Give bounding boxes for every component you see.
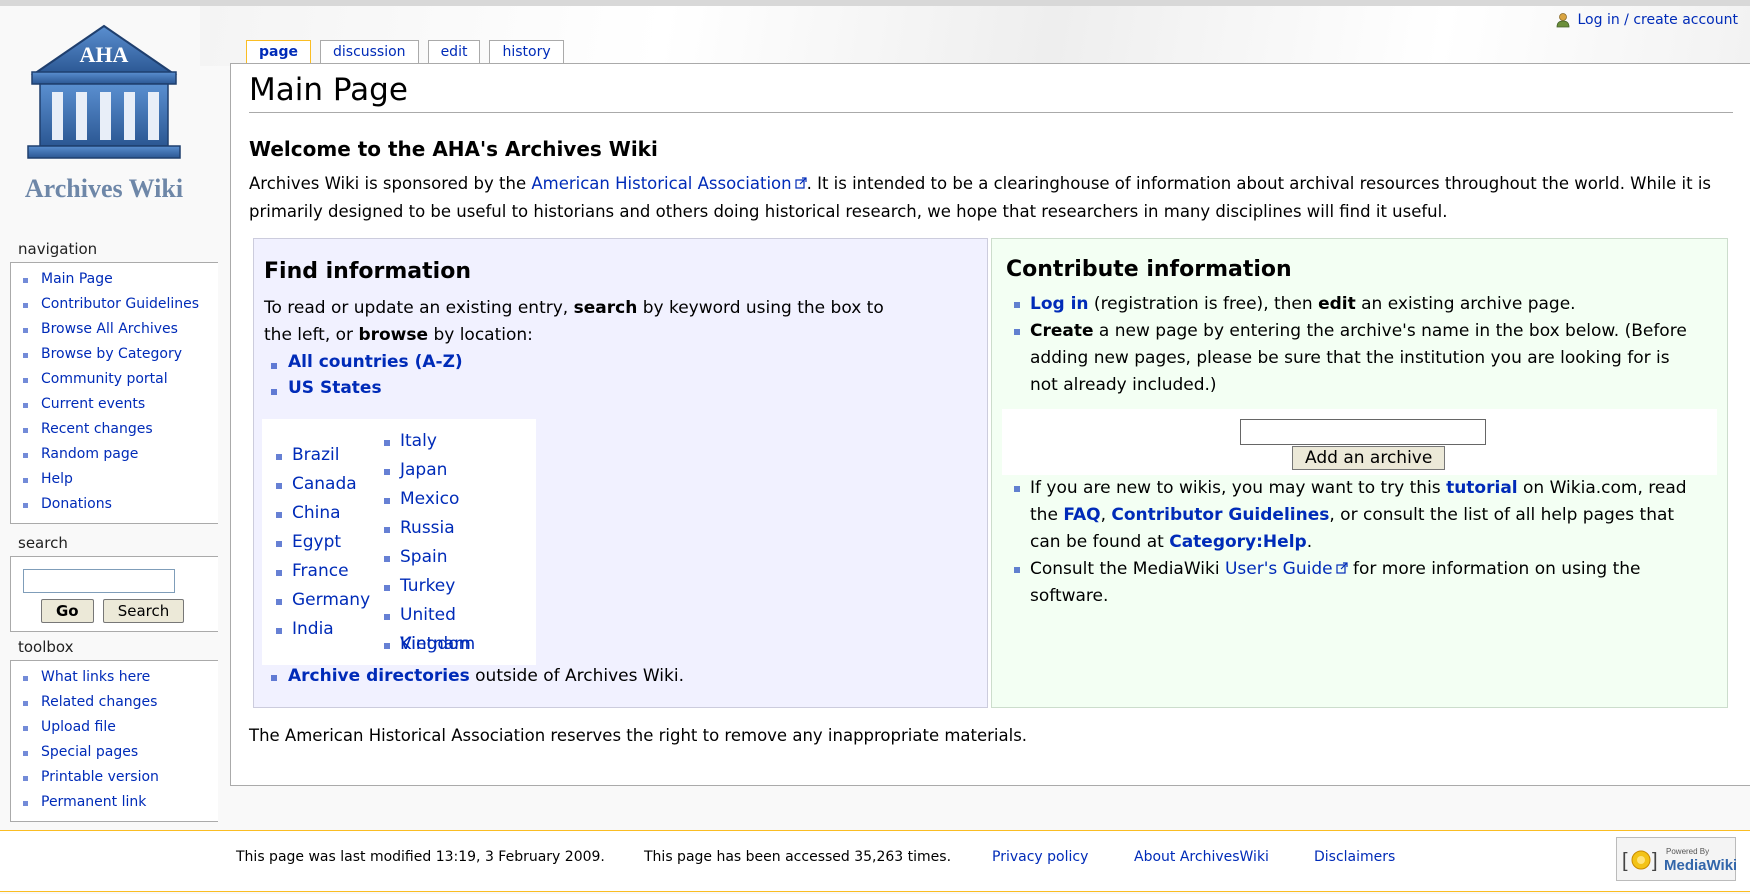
users-guide-link[interactable]: User's Guide <box>1225 559 1333 579</box>
all-countries-link[interactable]: All countries (A-Z) <box>288 352 463 372</box>
find-text: To read or update an existing entry, sea… <box>264 298 884 345</box>
disclaimers-link[interactable]: Disclaimers <box>1314 849 1395 865</box>
contribute-item-help: If you are new to wikis, you may want to… <box>1012 475 1702 556</box>
nav-help[interactable]: Help <box>21 467 212 492</box>
search-button[interactable]: Search <box>102 599 185 623</box>
nav-current-events[interactable]: Current events <box>21 392 212 417</box>
intro-paragraph: Archives Wiki is sponsored by the Americ… <box>249 174 1711 221</box>
country-italy[interactable]: Italy <box>384 427 536 456</box>
user-icon <box>1557 13 1570 28</box>
country-canada[interactable]: Canada <box>276 470 370 499</box>
search-input[interactable] <box>23 569 175 593</box>
logo-name: Archives Wiki <box>25 174 183 203</box>
tab-history[interactable]: history <box>489 40 564 64</box>
tool-related-changes[interactable]: Related changes <box>21 690 212 715</box>
country-china[interactable]: China <box>276 499 370 528</box>
external-link-icon <box>794 177 807 189</box>
contribute-item-guide: Consult the MediaWiki User's Guide for m… <box>1012 556 1702 610</box>
nav-contributor-guidelines[interactable]: Contributor Guidelines <box>21 292 212 317</box>
country-vietnam[interactable]: Vietnam <box>384 630 536 659</box>
category-help-link[interactable]: Category:Help <box>1169 532 1306 552</box>
contribute-item-login: Log in (registration is free), then edit… <box>1012 291 1702 318</box>
countries-col-1: Brazil Canada China Egypt France Germany… <box>276 441 370 644</box>
country-turkey[interactable]: Turkey <box>384 572 536 601</box>
tool-what-links-here[interactable]: What links here <box>21 665 212 690</box>
country-india[interactable]: India <box>276 615 370 644</box>
powered-by-mediawiki-badge[interactable]: [ ] Powered By MediaWiki <box>1616 837 1737 881</box>
powered-by-text: Powered By <box>1666 847 1709 856</box>
find-title: Find information <box>264 259 471 284</box>
svg-text:]: ] <box>1652 850 1658 872</box>
nav-browse-all-archives[interactable]: Browse All Archives <box>21 317 212 342</box>
tool-printable-version[interactable]: Printable version <box>21 765 212 790</box>
about-link[interactable]: About ArchivesWiki <box>1134 849 1269 865</box>
welcome-heading: Welcome to the AHA's Archives Wiki <box>249 137 658 161</box>
tool-permanent-link[interactable]: Permanent link <box>21 790 212 815</box>
us-states-link[interactable]: US States <box>288 378 382 398</box>
nav-random-page[interactable]: Random page <box>21 442 212 467</box>
country-russia[interactable]: Russia <box>384 514 536 543</box>
contribute-item-create: Create a new page by entering the archiv… <box>1012 318 1702 399</box>
country-germany[interactable]: Germany <box>276 586 370 615</box>
create-archive-form: Add an archive <box>1002 409 1717 475</box>
last-modified: This page was last modified 13:19, 3 Feb… <box>236 849 605 865</box>
archive-name-input[interactable] <box>1240 419 1486 445</box>
faq-link[interactable]: FAQ <box>1063 505 1100 525</box>
nav-browse-by-category[interactable]: Browse by Category <box>21 342 212 367</box>
tab-edit[interactable]: edit <box>427 40 481 64</box>
contribute-information-box: Contribute information Log in (registrat… <box>991 238 1728 708</box>
navigation-title: navigation <box>18 240 98 258</box>
contribute-title: Contribute information <box>1006 257 1292 282</box>
add-archive-button[interactable]: Add an archive <box>1292 446 1446 470</box>
main-content: Main Page Welcome to the AHA's Archives … <box>230 63 1750 786</box>
personal-tools: Log in / create account <box>1555 12 1738 28</box>
bullet <box>271 363 277 369</box>
countries-col-2: Italy Japan Mexico Russia Spain Turkey U… <box>384 427 536 659</box>
toolbox-title: toolbox <box>18 638 74 656</box>
aha-link[interactable]: American Historical Association <box>531 174 791 193</box>
mediawiki-text: MediaWiki <box>1664 857 1736 874</box>
archive-directories-line: Archive directories outside of Archives … <box>288 666 685 686</box>
contribute-list-top: Log in (registration is free), then edit… <box>1012 291 1702 399</box>
nav-community-portal[interactable]: Community portal <box>21 367 212 392</box>
navigation-portlet: navigation Main Page Contributor Guideli… <box>10 240 218 524</box>
login-link[interactable]: Log in / create account <box>1577 12 1738 28</box>
logo-abbr: AHA <box>80 42 129 67</box>
contribute-list-bottom: If you are new to wikis, you may want to… <box>1012 475 1702 610</box>
country-france[interactable]: France <box>276 557 370 586</box>
view-count: This page has been accessed 35,263 times… <box>644 849 952 865</box>
archive-directories-link[interactable]: Archive directories <box>288 666 470 686</box>
nav-recent-changes[interactable]: Recent changes <box>21 417 212 442</box>
country-egypt[interactable]: Egypt <box>276 528 370 557</box>
country-united-kingdom[interactable]: United Kingdom <box>384 601 536 654</box>
nav-main-page[interactable]: Main Page <box>21 267 212 292</box>
page-title: Main Page <box>249 72 1733 113</box>
find-information-box: Find information To read or update an ex… <box>253 238 988 708</box>
footer: This page was last modified 13:19, 3 Feb… <box>0 830 1750 892</box>
search-title: search <box>18 534 68 552</box>
site-logo[interactable]: AHA Archives Wiki <box>14 22 214 207</box>
tutorial-link[interactable]: tutorial <box>1446 478 1518 498</box>
tab-discussion[interactable]: discussion <box>320 40 419 64</box>
login-link-inline[interactable]: Log in <box>1030 294 1089 314</box>
external-link-icon <box>1335 562 1348 574</box>
country-japan[interactable]: Japan <box>384 456 536 485</box>
tool-upload-file[interactable]: Upload file <box>21 715 212 740</box>
go-button[interactable]: Go <box>41 599 94 623</box>
bullet <box>271 675 277 681</box>
country-spain[interactable]: Spain <box>384 543 536 572</box>
nav-donations[interactable]: Donations <box>21 492 212 517</box>
country-mexico[interactable]: Mexico <box>384 485 536 514</box>
toolbox-portlet: toolbox What links here Related changes … <box>10 638 218 822</box>
bullet <box>271 389 277 395</box>
privacy-policy-link[interactable]: Privacy policy <box>992 849 1088 865</box>
contributor-guidelines-link[interactable]: Contributor Guidelines <box>1111 505 1329 525</box>
country-brazil[interactable]: Brazil <box>276 441 370 470</box>
countries-table: Brazil Canada China Egypt France Germany… <box>262 419 536 665</box>
svg-text:[: [ <box>1622 850 1628 872</box>
search-portlet: search Go Search <box>10 534 218 632</box>
reserves-notice: The American Historical Association rese… <box>249 726 1028 745</box>
tool-special-pages[interactable]: Special pages <box>21 740 212 765</box>
